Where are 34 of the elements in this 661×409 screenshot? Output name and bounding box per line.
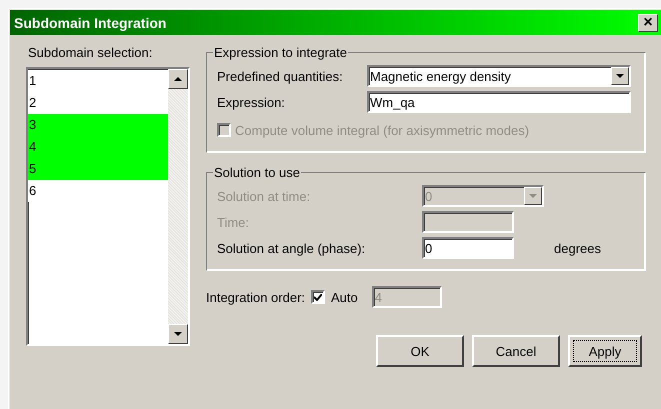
field-label: Integration order:: [206, 290, 306, 304]
field-label: Solution at angle (phase):: [217, 240, 366, 256]
scroll-down-button[interactable]: [168, 324, 188, 344]
up-arrow-icon: [174, 77, 182, 81]
input-field[interactable]: [422, 211, 514, 233]
field-label: Time:: [217, 214, 250, 230]
group-title: Solution to use: [213, 165, 302, 180]
list-item[interactable]: 3: [28, 114, 168, 136]
scroll-up-button[interactable]: [168, 69, 188, 89]
quantity-dropdown[interactable]: Magnetic energy density: [367, 65, 631, 87]
dialog-button[interactable]: Apply: [568, 335, 642, 367]
list-item[interactable]: 5: [28, 158, 168, 180]
dropdown-button[interactable]: [611, 67, 629, 85]
down-arrow-icon: [616, 74, 624, 78]
field-label: Expression:: [217, 94, 285, 110]
list-item[interactable]: 4: [28, 136, 168, 158]
down-arrow-icon: [174, 332, 182, 336]
unit-label: degrees: [554, 240, 601, 256]
window-title: Subdomain Integration: [14, 14, 166, 30]
expression-field[interactable]: Wm_qa: [367, 91, 631, 113]
checkbox-label: Auto: [331, 290, 358, 304]
field-label: Predefined quantities:: [217, 68, 343, 84]
field-label: Solution at time:: [217, 188, 310, 204]
scrollbar[interactable]: [168, 69, 188, 344]
checkmark-icon: [314, 294, 322, 300]
dropdown-button[interactable]: [524, 187, 542, 205]
checkbox-label: Compute volume integral (for axisymmetric modes): [235, 122, 530, 138]
list-label: Subdomain selection:: [27, 45, 154, 60]
input-field[interactable]: 0: [422, 237, 514, 259]
close-button[interactable]: ×: [638, 14, 658, 32]
group-title: Expression to integrate: [213, 45, 348, 60]
dialog-button[interactable]: Cancel: [472, 335, 560, 367]
dialog-button[interactable]: OK: [376, 335, 464, 367]
down-arrow-icon: [529, 194, 537, 198]
